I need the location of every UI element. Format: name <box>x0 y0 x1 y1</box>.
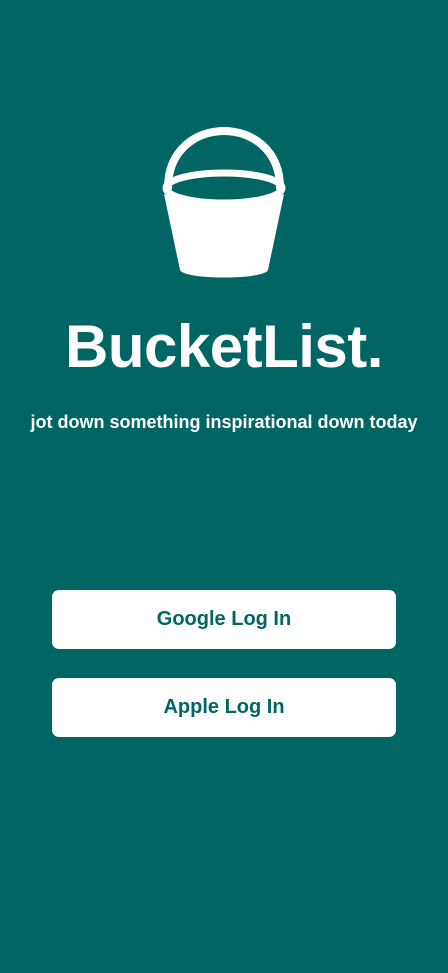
google-login-button[interactable]: Google Log In <box>52 590 396 649</box>
apple-login-button[interactable]: Apple Log In <box>52 678 396 737</box>
app-title: BucketList. <box>65 313 383 380</box>
tagline: jot down something inspirational down to… <box>30 412 418 432</box>
bucket-icon <box>162 127 286 278</box>
login-screen: BucketList. jot down something inspirati… <box>0 0 448 973</box>
